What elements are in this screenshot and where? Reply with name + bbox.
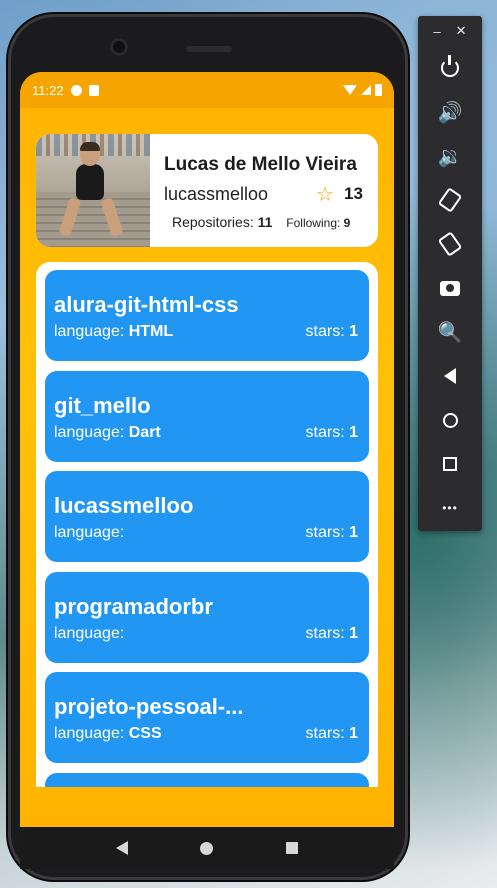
zoom-button[interactable]: 🔍 (418, 310, 482, 354)
repo-stars: stars: 1 (305, 725, 358, 742)
following-count: 9 (343, 216, 351, 230)
emulator-toolbar: – ✕ 🔊 🔉 🔍 ••• (418, 16, 482, 531)
volume-down-icon: 🔉 (437, 145, 463, 168)
profile-name: Lucas de Mello Vieira (164, 154, 357, 175)
phone-frame: 11:22 Lucas de Mello Vieira lucassmelloo… (8, 14, 408, 880)
minimize-button[interactable]: – (433, 24, 440, 39)
repo-stars: stars: 1 (305, 423, 358, 441)
avatar (36, 134, 150, 247)
repositories-label: Repositories: (172, 214, 254, 230)
repository-list[interactable]: alura-git-html-css language: HTML stars:… (36, 262, 378, 787)
repo-stars: stars: 1 (305, 624, 358, 642)
following-label: Following: (286, 216, 341, 230)
repo-card-partial[interactable] (45, 772, 369, 787)
sd-card-icon (88, 84, 99, 96)
repo-card[interactable]: programadorbr language: stars: 1 (45, 571, 369, 663)
repo-card[interactable]: alura-git-html-css language: HTML stars:… (45, 270, 369, 361)
repo-name: alura-git-html-css (54, 292, 239, 317)
repo-language: language: (54, 524, 125, 541)
repositories-count: 11 (257, 214, 273, 230)
repo-name: projeto-pessoal-... (54, 694, 244, 719)
volume-down-button[interactable]: 🔉 (418, 134, 482, 178)
repo-name: lucassmelloo (54, 493, 194, 518)
nav-back-icon[interactable] (116, 841, 129, 855)
status-bar: 11:22 (20, 72, 394, 108)
notification-icon (70, 84, 82, 96)
status-time: 11:22 (32, 82, 64, 98)
front-camera (110, 38, 128, 56)
wifi-icon (343, 85, 357, 95)
back-icon (444, 368, 456, 384)
repo-card[interactable]: projeto-pessoal-... language: CSS stars:… (45, 672, 369, 763)
repo-language: language: HTML (54, 323, 174, 340)
repo-name: programadorbr (54, 593, 213, 619)
repo-language: language: CSS (54, 725, 162, 742)
repo-stars: stars: 1 (305, 323, 358, 340)
earpiece-speaker (186, 46, 232, 52)
rotate-right-button[interactable] (418, 222, 482, 266)
camera-icon (440, 280, 460, 296)
power-button[interactable] (418, 46, 482, 90)
nav-home-icon[interactable] (200, 841, 214, 855)
signal-icon (361, 85, 371, 95)
repo-stars: stars: 1 (305, 524, 358, 541)
repo-language: language: Dart (54, 423, 161, 441)
rotate-right-icon (437, 231, 463, 257)
profile-stats: Repositories: 11 Following: 9 (172, 214, 350, 230)
rotate-left-button[interactable] (418, 178, 482, 222)
battery-icon (375, 84, 382, 96)
screenshot-button[interactable] (418, 266, 482, 310)
home-button[interactable] (418, 398, 482, 442)
repo-language: language: (54, 624, 125, 642)
overview-icon (443, 457, 457, 471)
power-icon (441, 55, 459, 77)
profile-login: lucassmelloo (164, 184, 269, 204)
repo-card[interactable]: git_mello language: Dart stars: 1 (45, 370, 369, 462)
nav-recents-icon[interactable] (285, 842, 298, 854)
zoom-icon: 🔍 (437, 321, 463, 344)
volume-up-button[interactable]: 🔊 (418, 90, 482, 134)
more-button[interactable]: ••• (418, 486, 482, 530)
close-button[interactable]: ✕ (456, 23, 467, 39)
rotate-left-icon (437, 187, 463, 213)
android-nav-bar (20, 827, 394, 869)
volume-up-icon: 🔊 (437, 101, 463, 124)
overview-button[interactable] (418, 442, 482, 486)
repo-card[interactable]: lucassmelloo language: stars: 1 (45, 471, 369, 562)
profile-stars-count: 13 (344, 184, 363, 203)
more-icon: ••• (442, 501, 458, 515)
profile-card[interactable]: Lucas de Mello Vieira lucassmelloo ☆ 13 … (36, 134, 378, 247)
repo-name: git_mello (54, 392, 151, 418)
star-outline-icon: ☆ (316, 184, 334, 206)
back-button[interactable] (418, 354, 482, 398)
app-screen: 11:22 Lucas de Mello Vieira lucassmelloo… (20, 72, 394, 827)
home-icon (442, 412, 458, 428)
